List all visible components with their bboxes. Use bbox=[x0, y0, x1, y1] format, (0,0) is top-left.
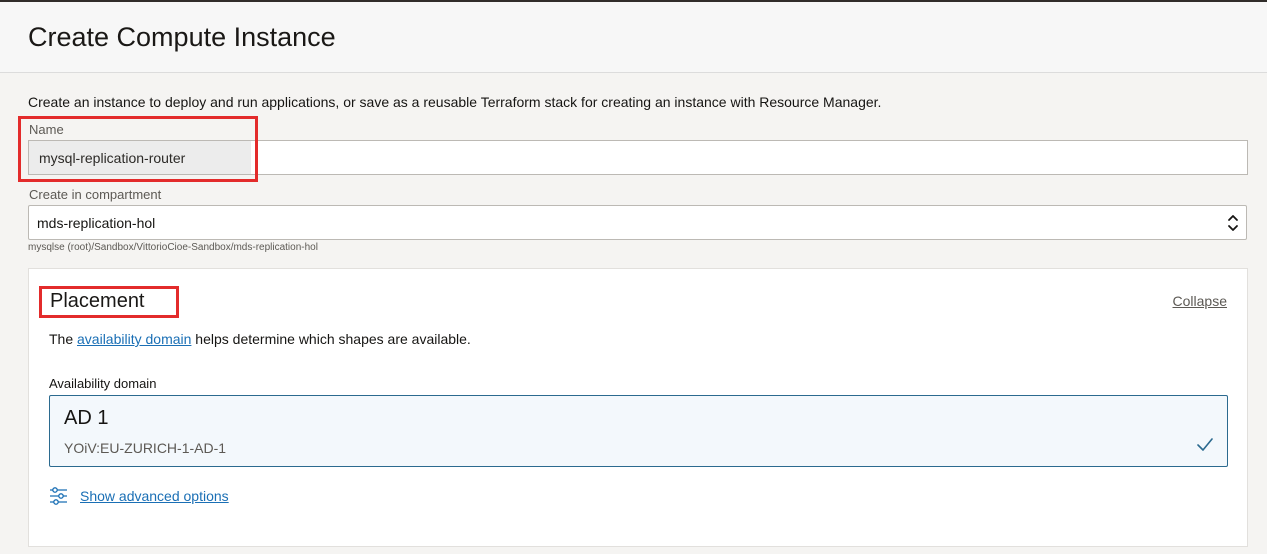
collapse-link[interactable]: Collapse bbox=[1173, 293, 1227, 309]
chevron-updown-icon bbox=[1228, 215, 1238, 231]
ad-name: AD 1 bbox=[64, 407, 109, 429]
intro-text: Create an instance to deploy and run app… bbox=[28, 94, 882, 110]
highlight-box-name bbox=[18, 116, 258, 182]
compartment-path: mysqlse (root)/Sandbox/VittorioCioe-Sand… bbox=[28, 242, 318, 253]
page-header: Create Compute Instance bbox=[0, 2, 1267, 73]
compartment-select[interactable]: mds-replication-hol bbox=[28, 205, 1247, 240]
ad-identifier: YOiV:EU-ZURICH-1-AD-1 bbox=[64, 440, 227, 456]
page-title: Create Compute Instance bbox=[28, 22, 336, 52]
advanced-options-row[interactable]: Show advanced options bbox=[49, 486, 229, 506]
compartment-label: Create in compartment bbox=[29, 187, 162, 202]
description-prefix: The bbox=[49, 331, 78, 347]
compartment-value: mds-replication-hol bbox=[37, 215, 156, 231]
description-suffix: helps determine which shapes are availab… bbox=[191, 331, 471, 347]
checkmark-icon bbox=[1197, 438, 1213, 451]
placement-panel: Placement Collapse The availability doma… bbox=[28, 268, 1248, 547]
sliders-icon bbox=[50, 487, 67, 505]
show-advanced-options-link[interactable]: Show advanced options bbox=[80, 488, 229, 504]
availability-domain-card[interactable]: AD 1 YOiV:EU-ZURICH-1-AD-1 bbox=[49, 395, 1228, 467]
availability-domain-link[interactable]: availability domain bbox=[77, 331, 191, 347]
highlight-box-placement bbox=[39, 286, 179, 318]
availability-domain-label: Availability domain bbox=[49, 376, 157, 391]
placement-description: The availability domain helps determine … bbox=[49, 331, 471, 347]
